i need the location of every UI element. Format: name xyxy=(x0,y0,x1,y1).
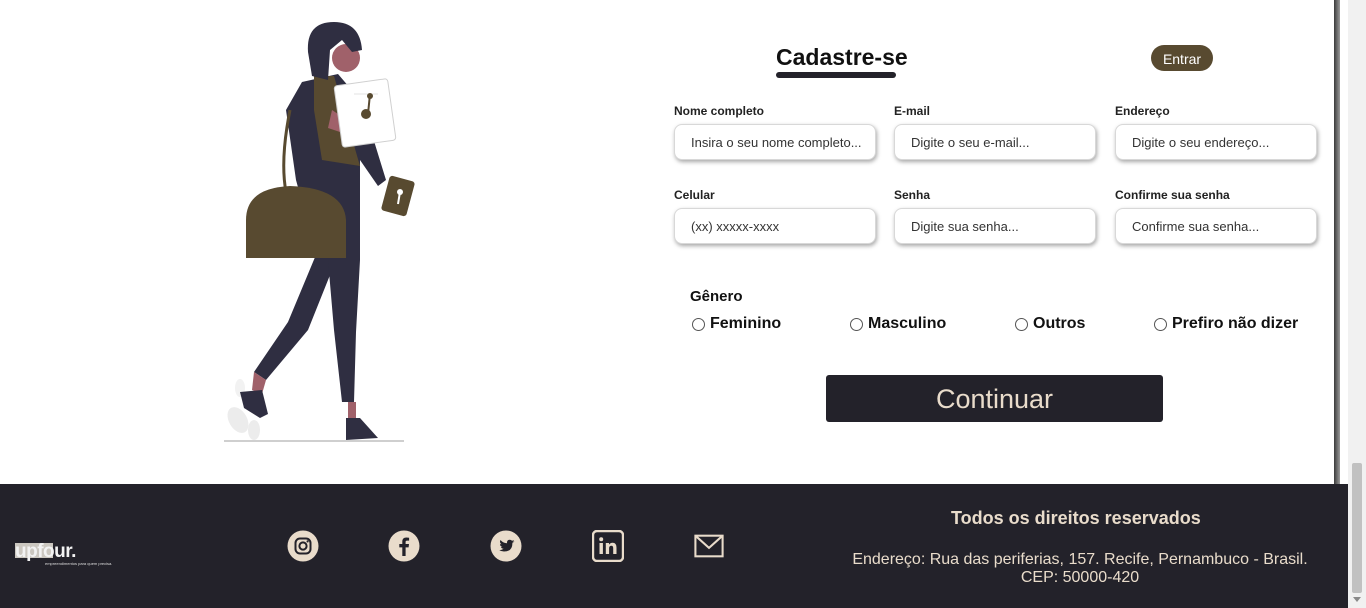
radio-feminino[interactable] xyxy=(692,317,705,331)
page-edge-shadow xyxy=(1334,0,1340,484)
enter-button[interactable]: Entrar xyxy=(1151,45,1213,71)
password-label: Senha xyxy=(894,188,931,202)
title-underline xyxy=(776,72,896,78)
phone-label: Celular xyxy=(674,188,715,202)
radio-masculino[interactable] xyxy=(850,317,863,331)
radio-prefiro-nao-dizer[interactable] xyxy=(1154,317,1167,331)
logo-text: upfour. xyxy=(15,541,76,562)
upfour-logo[interactable]: upfour. empreendimentos para quem precis… xyxy=(15,541,112,566)
confirm-password-label: Confirme sua senha xyxy=(1115,188,1230,202)
password-input[interactable] xyxy=(894,208,1096,244)
field-password: Senha xyxy=(894,188,1098,244)
confirm-password-input[interactable] xyxy=(1115,208,1317,244)
page-scrollbar[interactable] xyxy=(1348,0,1366,608)
radio-outros[interactable] xyxy=(1015,317,1028,331)
scrollbar-thumb[interactable] xyxy=(1352,463,1362,593)
continue-button[interactable]: Continuar xyxy=(826,375,1163,422)
radio-label-prefiro-nao-dizer: Prefiro não dizer xyxy=(1172,315,1299,332)
full-name-input[interactable] xyxy=(674,124,876,160)
rights-text: Todos os direitos reservados xyxy=(951,508,1201,528)
footer: upfour. empreendimentos para quem precis… xyxy=(0,484,1348,608)
radio-label-feminino: Feminino xyxy=(710,315,782,332)
address-line-2: CEP: 50000-420 xyxy=(1020,569,1140,586)
field-address: Endereço xyxy=(1115,104,1319,160)
form-title-wrap: Cadastre-se xyxy=(776,44,908,78)
address-text: Endereço: Rua das periferias, 157. Recif… xyxy=(830,551,1330,587)
gender-option-prefiro-nao-dizer[interactable]: Prefiro não dizer xyxy=(1154,315,1298,333)
scroll-down-arrow-icon[interactable] xyxy=(1353,597,1361,602)
form-title: Cadastre-se xyxy=(776,44,908,70)
gender-option-feminino[interactable]: Feminino xyxy=(692,315,781,333)
gender-option-outros[interactable]: Outros xyxy=(1015,315,1085,333)
address-label: Endereço xyxy=(1115,104,1170,118)
twitter-icon[interactable] xyxy=(490,530,522,562)
email-label: E-mail xyxy=(894,104,931,118)
mail-icon[interactable] xyxy=(694,530,724,562)
instagram-icon[interactable] xyxy=(287,530,319,562)
radio-label-masculino: Masculino xyxy=(868,315,947,332)
phone-input[interactable] xyxy=(674,208,876,244)
field-phone: Celular xyxy=(674,188,878,244)
main-section: Cadastre-se Entrar Nome completo E-mail … xyxy=(0,0,1334,484)
field-full-name: Nome completo xyxy=(674,104,878,160)
field-confirm-password: Confirme sua senha xyxy=(1115,188,1319,244)
linkedin-icon[interactable] xyxy=(592,530,624,562)
woman-illustration xyxy=(224,22,415,442)
address-input[interactable] xyxy=(1115,124,1317,160)
full-name-label: Nome completo xyxy=(674,104,765,118)
gender-option-masculino[interactable]: Masculino xyxy=(850,315,946,333)
field-email: E-mail xyxy=(894,104,1098,160)
logo-tagline: empreendimentos para quem precisa. xyxy=(45,561,113,566)
gender-label: Gênero xyxy=(690,288,743,305)
email-input[interactable] xyxy=(894,124,1096,160)
facebook-icon[interactable] xyxy=(388,530,420,562)
radio-label-outros: Outros xyxy=(1033,315,1086,332)
address-line-1: Endereço: Rua das periferias, 157. Recif… xyxy=(852,551,1308,568)
